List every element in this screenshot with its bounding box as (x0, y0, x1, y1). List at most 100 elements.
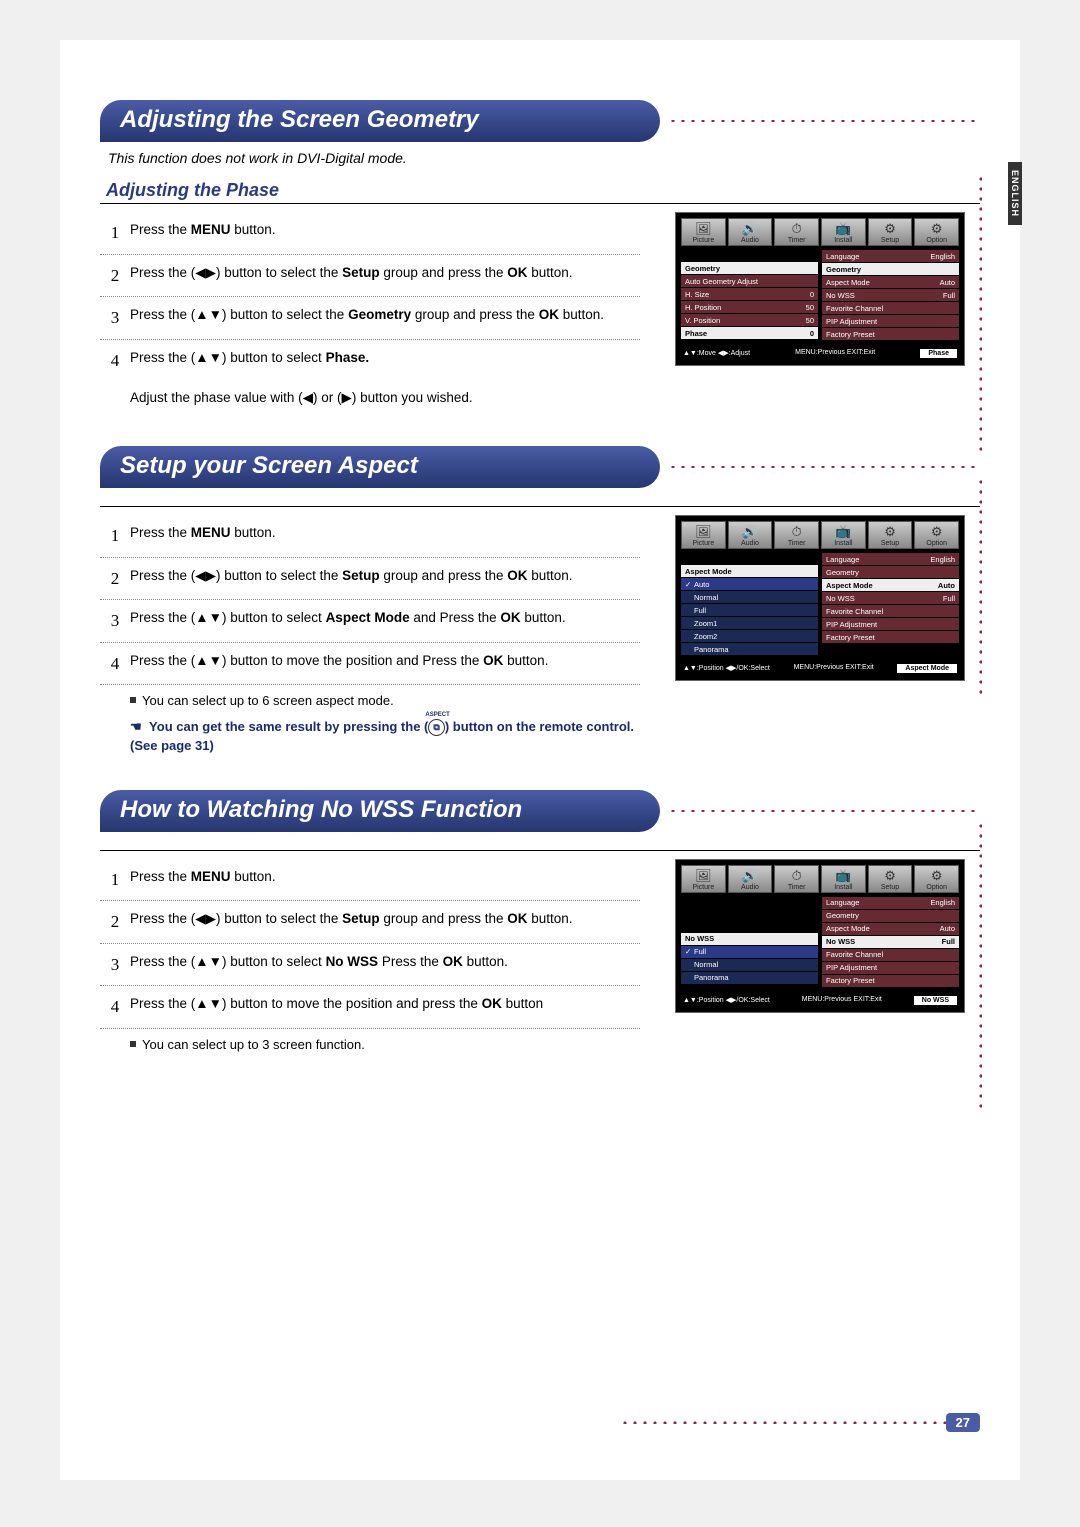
osd-item: Factory Preset (822, 328, 959, 340)
section1-content: 1 Press the MENU button. 2 Press the (◀▶… (100, 212, 980, 416)
section2-steps: 1 Press the MENU button. 2 Press the (◀▶… (100, 515, 640, 760)
language-tab: ENGLISH (1008, 162, 1022, 225)
osd-item: Favorite Channel (822, 949, 959, 961)
osd-item: PIP Adjustment (822, 962, 959, 974)
tab-label: Audio (741, 237, 759, 244)
tab-label: Setup (881, 884, 899, 891)
osd-item: Aspect ModeAuto (822, 923, 959, 935)
step-text: Press the (◀▶) button to select the Setu… (130, 263, 640, 289)
section2-title: Setup your Screen Aspect (100, 446, 660, 488)
audio-icon: 🔊 (729, 221, 772, 237)
osd-tabs: 🖼Picture 🔊Audio ⏱Timer 📺Install ⚙Setup ⚙… (681, 865, 959, 893)
osd-right-col: LanguageEnglish Geometry Aspect ModeAuto… (822, 553, 959, 656)
step-4: 4 Press the (▲▼) button to move the posi… (100, 986, 640, 1029)
step-number: 2 (100, 566, 130, 592)
step-text: Press the (▲▼) button to move the positi… (130, 994, 640, 1020)
section3-osd: 🖼Picture 🔊Audio ⏱Timer 📺Install ⚙Setup ⚙… (640, 859, 980, 1059)
osd-item: Full (681, 604, 818, 616)
step-number: 1 (100, 867, 130, 893)
section1-subheading: Adjusting the Phase (106, 180, 980, 201)
step-number: 4 (100, 651, 130, 677)
osd-tab-install: 📺Install (821, 521, 866, 549)
decorative-dots (666, 810, 980, 812)
osd-tab-picture: 🖼Picture (681, 521, 726, 549)
foot-current: Aspect Mode (897, 664, 957, 673)
decorative-vdots (979, 477, 982, 697)
bullet-icon (130, 697, 136, 703)
picture-icon: 🖼 (682, 868, 725, 884)
note-line: You can select up to 3 screen function. (130, 1035, 640, 1055)
rule (100, 850, 980, 851)
option-icon: ⚙ (915, 524, 958, 540)
foot-current: No WSS (914, 996, 957, 1005)
osd-tab-option: ⚙Option (914, 218, 959, 246)
osd-item-selected: ✓Auto (681, 578, 818, 590)
osd-tab-option: ⚙Option (914, 865, 959, 893)
install-icon: 📺 (822, 221, 865, 237)
foot-menu: MENU:Previous EXIT:Exit (794, 664, 874, 673)
foot-menu: MENU:Previous EXIT:Exit (795, 349, 875, 358)
osd-item: Geometry (822, 566, 959, 578)
osd-left-col: Geometry Auto Geometry Adjust H. Size0 H… (681, 250, 818, 341)
osd-item: H. Size0 (681, 288, 818, 300)
osd-menu-nowss: 🖼Picture 🔊Audio ⏱Timer 📺Install ⚙Setup ⚙… (675, 859, 965, 1013)
timer-icon: ⏱ (775, 868, 818, 884)
section2-osd: 🖼Picture 🔊Audio ⏱Timer 📺Install ⚙Setup ⚙… (640, 515, 980, 760)
osd-tab-install: 📺Install (821, 218, 866, 246)
osd-item: LanguageEnglish (822, 897, 959, 909)
osd-item: Zoom1 (681, 617, 818, 629)
step-number: 3 (100, 305, 130, 331)
install-icon: 📺 (822, 524, 865, 540)
step-1: 1 Press the MENU button. (100, 859, 640, 902)
section1-note: This function does not work in DVI-Digit… (108, 150, 980, 166)
audio-icon: 🔊 (729, 524, 772, 540)
decorative-dots (666, 466, 980, 468)
tab-label: Install (834, 884, 852, 891)
check-icon: ✓ (685, 580, 694, 589)
tab-label: Option (926, 884, 947, 891)
osd-item: Panorama (681, 972, 818, 984)
tab-label: Option (926, 540, 947, 547)
step-number: 4 (100, 994, 130, 1020)
aspect-button-icon: ⧉ (428, 719, 444, 737)
step-number: 2 (100, 909, 130, 935)
osd-menu-geometry: 🖼Picture 🔊Audio ⏱Timer 📺Install ⚙Setup ⚙… (675, 212, 965, 366)
setup-icon: ⚙ (869, 868, 912, 884)
tab-label: Picture (692, 237, 714, 244)
tab-label: Picture (692, 540, 714, 547)
osd-item: Geometry (822, 263, 959, 275)
section3-steps: 1 Press the MENU button. 2 Press the (◀▶… (100, 859, 640, 1059)
step-2: 2 Press the (◀▶) button to select the Se… (100, 255, 640, 298)
step-text: Press the MENU button. (130, 523, 640, 549)
decorative-vdots (979, 174, 982, 454)
foot-current: Phase (920, 349, 957, 358)
step-number: 1 (100, 523, 130, 549)
step-text: Press the (▲▼) button to move the positi… (130, 651, 640, 677)
section2-header: Setup your Screen Aspect (100, 446, 980, 488)
step-text: Press the MENU button. (130, 220, 640, 246)
tab-label: Audio (741, 540, 759, 547)
osd-footer: ▲▼:Move ◀▶:Adjust MENU:Previous EXIT:Exi… (681, 347, 959, 360)
setup-icon: ⚙ (869, 524, 912, 540)
setup-icon: ⚙ (869, 221, 912, 237)
option-icon: ⚙ (915, 868, 958, 884)
step-1: 1 Press the MENU button. (100, 515, 640, 558)
osd-item: PIP Adjustment (822, 618, 959, 630)
osd-tab-timer: ⏱Timer (774, 865, 819, 893)
osd-item: PIP Adjustment (822, 315, 959, 327)
tab-label: Install (834, 237, 852, 244)
picture-icon: 🖼 (682, 221, 725, 237)
osd-tab-timer: ⏱Timer (774, 521, 819, 549)
step-number: 4 (100, 348, 130, 409)
osd-item-selected: Phase0 (681, 327, 818, 339)
foot-nav: ▲▼:Move ◀▶:Adjust (683, 349, 750, 358)
osd-tabs: 🖼Picture 🔊Audio ⏱Timer 📺Install ⚙Setup ⚙… (681, 521, 959, 549)
audio-icon: 🔊 (729, 868, 772, 884)
tab-label: Timer (788, 237, 806, 244)
osd-item: LanguageEnglish (822, 553, 959, 565)
osd-footer: ▲▼:Position ◀▶/OK:Select MENU:Previous E… (681, 662, 959, 675)
step-text: Press the (▲▼) button to select Phase. A… (130, 348, 640, 409)
osd-tab-audio: 🔊Audio (728, 521, 773, 549)
osd-item: Panorama (681, 643, 818, 655)
osd-body: No WSS ✓Full Normal Panorama LanguageEng… (681, 897, 959, 988)
